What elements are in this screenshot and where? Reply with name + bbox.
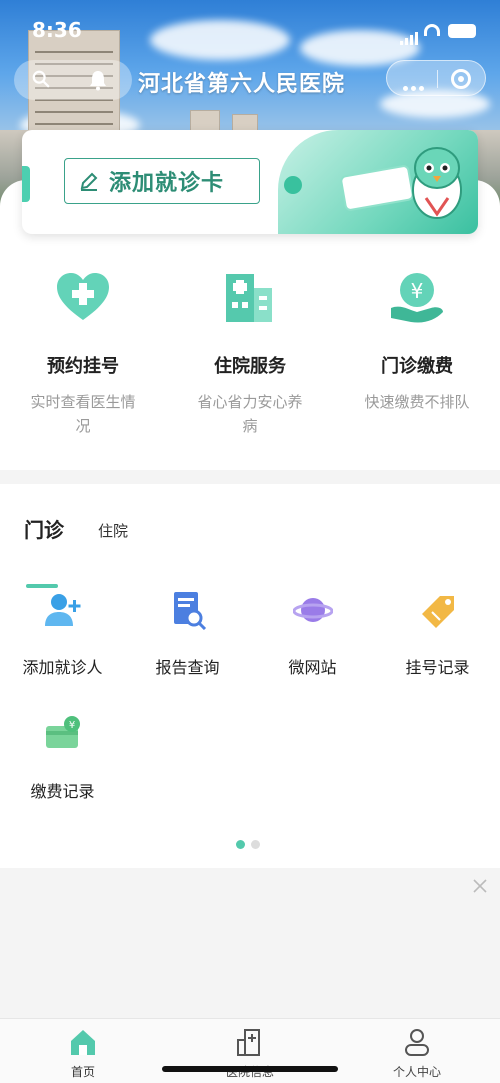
nav-profile[interactable]: 个人中心: [334, 1027, 500, 1080]
service-desc: 省心省力安心养病: [197, 393, 303, 435]
grid-payment-records[interactable]: ¥ 缴费记录: [0, 714, 125, 802]
service-desc: 实时查看医生情况: [30, 393, 136, 435]
search-icon[interactable]: [32, 70, 50, 88]
grid-label: 添加就诊人: [22, 658, 103, 677]
bell-icon[interactable]: [88, 69, 108, 91]
heart-plus-icon: [57, 273, 109, 320]
payment-card-icon: ¥: [45, 716, 80, 748]
nav-home[interactable]: 首页: [0, 1027, 166, 1080]
home-icon: [71, 1030, 95, 1055]
grid-label: 挂号记录: [405, 658, 470, 677]
planet-icon: [292, 598, 333, 622]
report-search-icon: [173, 592, 206, 631]
service-outpatient-payment[interactable]: ¥ 门诊缴费 快速缴费不排队: [334, 268, 500, 414]
hospital-info-icon: [237, 1029, 260, 1056]
close-mini-program-icon[interactable]: [451, 69, 471, 89]
wifi-icon: [424, 24, 440, 36]
add-user-icon: [44, 594, 80, 626]
svg-text:¥: ¥: [411, 279, 424, 303]
status-bar: 8:36: [0, 14, 500, 48]
hospital-building-icon: [226, 274, 272, 322]
service-name: 预约挂号: [47, 356, 119, 377]
top-nav: 河北省第六人民医院: [0, 60, 500, 100]
add-card-button[interactable]: 添加就诊卡: [64, 158, 260, 204]
grid-label: 微网站: [288, 658, 337, 677]
tab-underline: [26, 584, 58, 588]
service-inpatient[interactable]: 住院服务 省心省力安心养病: [167, 268, 333, 438]
tag-icon: [421, 596, 454, 628]
page-dot-active: [236, 840, 245, 849]
yuan-hand-icon: ¥: [391, 273, 443, 323]
service-appointment[interactable]: 预约挂号 实时查看医生情况: [0, 268, 166, 438]
bottom-nav: 首页 医院信息 个人中心: [0, 1018, 500, 1083]
nav-label: 首页: [70, 1065, 95, 1079]
mini-program-capsule: [386, 60, 486, 96]
signal-icon: [400, 26, 420, 45]
add-card-label: 添加就诊卡: [109, 171, 225, 196]
nav-label: 个人中心: [392, 1065, 441, 1079]
page-indicator: [236, 834, 266, 853]
more-icon[interactable]: [403, 76, 427, 95]
status-time: 8:36: [32, 18, 82, 42]
page-dot: [251, 840, 260, 849]
grid-micro-site[interactable]: 微网站: [250, 590, 375, 678]
pen-icon: [80, 172, 98, 191]
mascot-bird-icon: [412, 147, 462, 219]
service-desc: 快速缴费不排队: [364, 393, 470, 411]
svg-text:¥: ¥: [68, 720, 74, 731]
tab-outpatient[interactable]: 门诊: [24, 514, 64, 543]
grid-label: 缴费记录: [30, 782, 95, 801]
battery-icon: [448, 24, 476, 38]
grid-registration-records[interactable]: 挂号记录: [375, 590, 500, 678]
service-name: 住院服务: [214, 356, 286, 377]
quick-entry-section: 门诊 住院 添加就诊人 报告查询 微网站 挂号记录 ¥ 缴费记录: [0, 484, 500, 868]
service-name: 门诊缴费: [381, 356, 453, 377]
user-icon: [405, 1029, 429, 1056]
grid-add-patient[interactable]: 添加就诊人: [0, 590, 125, 678]
tab-inpatient[interactable]: 住院: [98, 520, 128, 541]
page-title: 河北省第六人民医院: [138, 72, 346, 97]
service-row: 预约挂号 实时查看医生情况 住院服务 省心省力安心养病 ¥ 门诊缴费 快速缴费不…: [0, 268, 500, 448]
add-card-banner: 添加就诊卡: [22, 130, 478, 234]
close-icon[interactable]: [472, 878, 488, 894]
nav-hospital-info[interactable]: 医院信息: [167, 1027, 333, 1080]
grid-label: 报告查询: [155, 658, 220, 677]
grid-report-query[interactable]: 报告查询: [125, 590, 250, 678]
home-indicator: [162, 1066, 338, 1072]
